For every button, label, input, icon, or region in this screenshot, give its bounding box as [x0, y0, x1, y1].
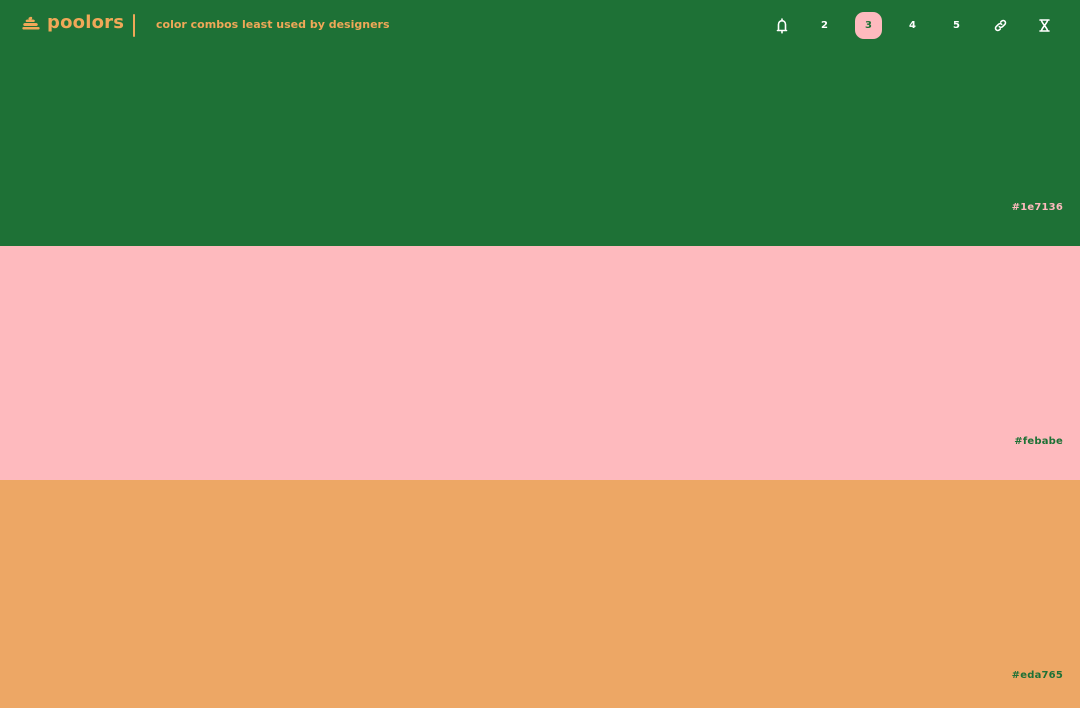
color-swatch-3[interactable]: #eda765: [0, 480, 1080, 708]
lock-button[interactable]: [768, 12, 795, 39]
color-swatch-2[interactable]: #febabe: [0, 246, 1080, 480]
lock-icon: [775, 17, 789, 34]
hex-code-label[interactable]: #febabe: [1014, 436, 1063, 447]
top-bar: poolors color combos least used by desig…: [0, 0, 1080, 50]
count-label: 3: [865, 20, 872, 31]
header-divider: [133, 14, 135, 37]
shuffle-icon: [1037, 18, 1052, 33]
tagline: color combos least used by designers: [156, 18, 390, 31]
count-option-2[interactable]: 2: [811, 12, 838, 39]
count-label: 4: [909, 20, 916, 31]
poop-icon: [21, 13, 41, 33]
count-label: 5: [953, 20, 960, 31]
shuffle-button[interactable]: [1031, 12, 1058, 39]
link-icon: [993, 18, 1008, 33]
count-option-5[interactable]: 5: [943, 12, 970, 39]
logo[interactable]: poolors: [21, 12, 124, 33]
share-link-button[interactable]: [987, 12, 1014, 39]
palette-page: #1e7136 #febabe #eda765 poolors color co…: [0, 0, 1080, 708]
count-option-3[interactable]: 3: [855, 12, 882, 39]
hex-code-label[interactable]: #1e7136: [1012, 202, 1063, 213]
app-name: poolors: [47, 12, 125, 33]
count-label: 2: [821, 20, 828, 31]
count-option-4[interactable]: 4: [899, 12, 926, 39]
hex-code-label[interactable]: #eda765: [1012, 670, 1063, 681]
